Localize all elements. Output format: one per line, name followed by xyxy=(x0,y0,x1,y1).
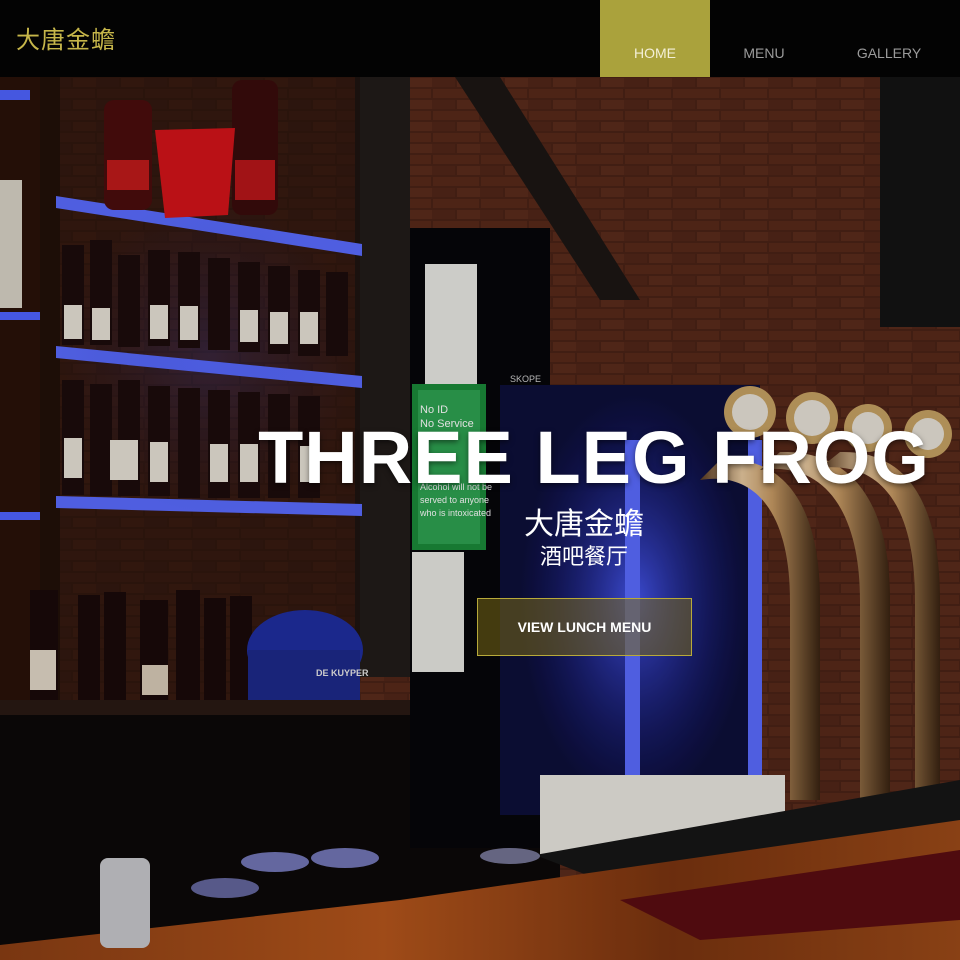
main-nav: HOME MENU GALLERY xyxy=(600,0,960,77)
hero-subtitle-chinese-2: 酒吧餐厅 xyxy=(539,545,628,570)
hero-title: THREE LEG FROG xyxy=(258,416,930,499)
brand-logo[interactable]: 大唐金蟾 xyxy=(16,20,116,55)
nav-home-link[interactable]: HOME xyxy=(600,0,710,77)
nav-gallery-link[interactable]: GALLERY xyxy=(818,0,960,77)
top-navbar: 大唐金蟾 HOME MENU GALLERY xyxy=(0,0,960,77)
nav-menu-link[interactable]: MENU xyxy=(710,0,818,77)
hero-subtitle-chinese: 大唐金蟾 xyxy=(524,507,644,542)
view-lunch-menu-button[interactable]: VIEW LUNCH MENU xyxy=(477,598,692,656)
hero-section: No ID No Service Alcohol will not be ser… xyxy=(0,77,960,960)
